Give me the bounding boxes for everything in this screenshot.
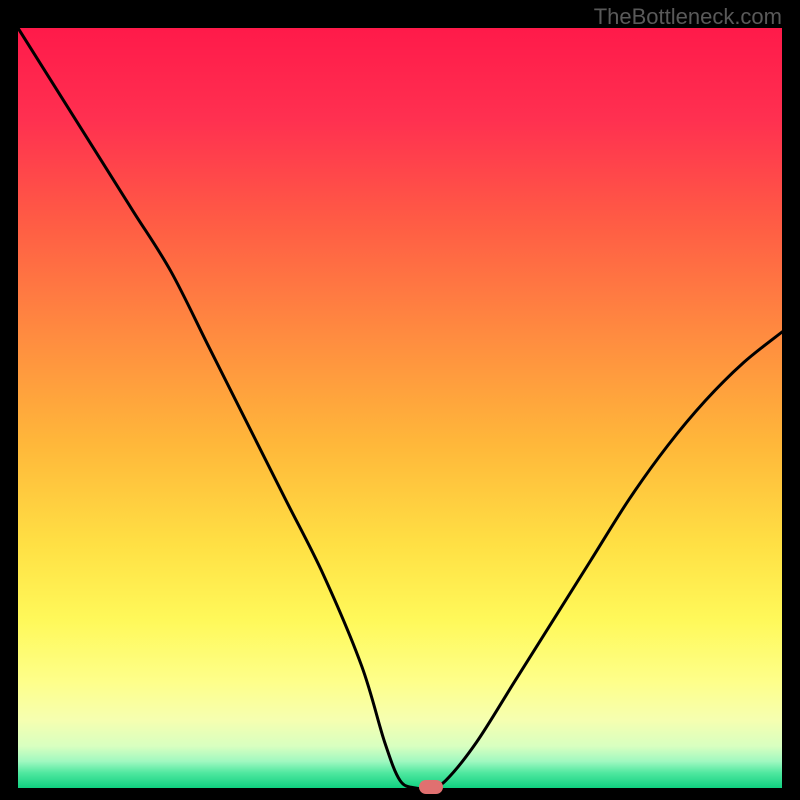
watermark-text: TheBottleneck.com — [594, 4, 782, 30]
chart-frame — [18, 28, 782, 788]
plot-area — [18, 28, 782, 788]
optimal-marker — [419, 780, 443, 794]
bottleneck-curve — [18, 28, 782, 788]
